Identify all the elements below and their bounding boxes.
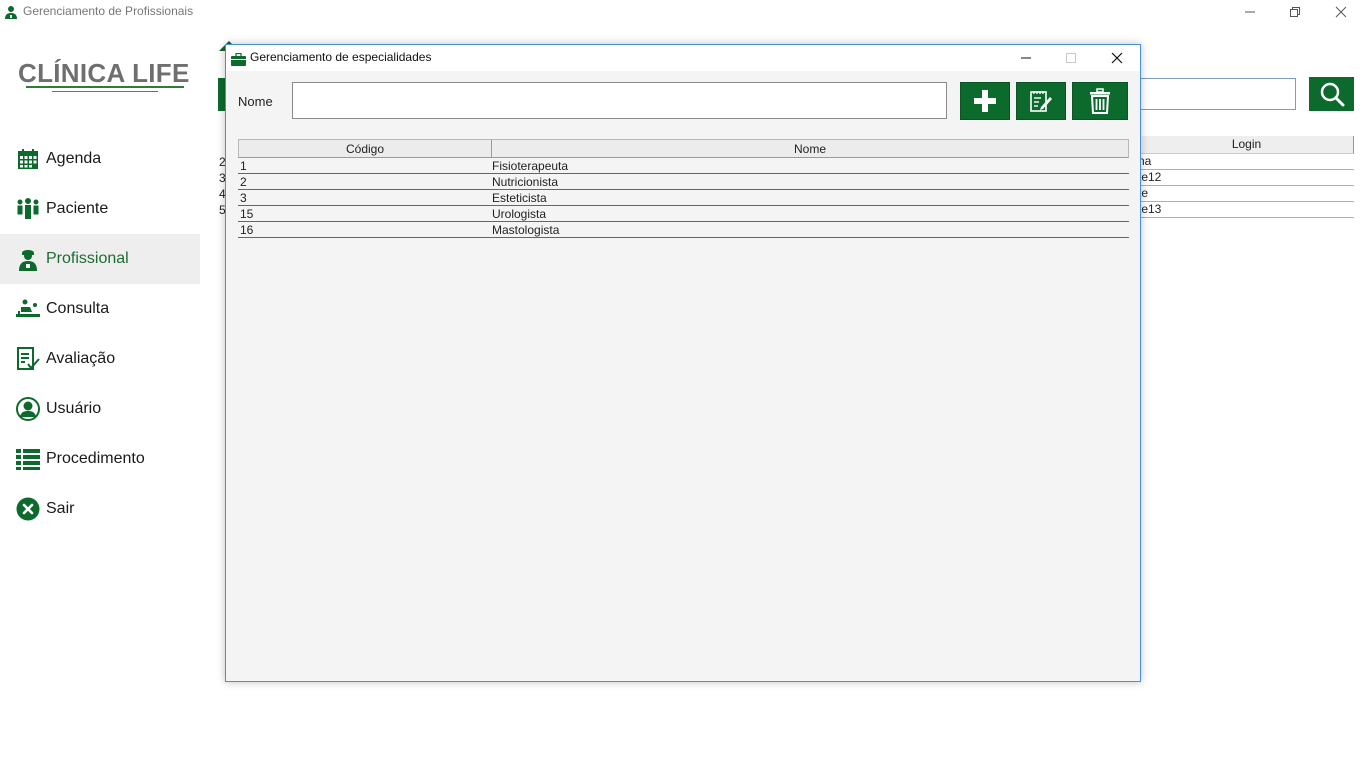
add-icon (974, 90, 996, 112)
cell-nome: Fisioterapeuta (492, 159, 569, 173)
background-table-header: Login (1140, 136, 1354, 154)
login-column-header: Login (1231, 137, 1262, 151)
sidebar-item-agenda[interactable]: Agenda (0, 134, 200, 184)
sidebar-item-paciente[interactable]: Paciente (0, 184, 200, 234)
delete-button[interactable] (1072, 82, 1128, 120)
calendar-icon (16, 147, 40, 171)
logo-underline-secondary (52, 91, 158, 92)
sidebar-item-avaliacao[interactable]: Avaliação (0, 334, 200, 384)
people-icon (16, 197, 40, 221)
close-icon (1335, 6, 1347, 18)
sidebar-item-label: Profissional (46, 250, 129, 267)
sidebar-item-label: Consulta (46, 300, 110, 317)
background-search-button[interactable] (1309, 77, 1354, 111)
sidebar-item-usuario[interactable]: Usuário (0, 384, 200, 434)
cell-nome: Mastologista (492, 223, 560, 237)
user-icon (16, 397, 40, 421)
dialog-close-button[interactable] (1095, 45, 1139, 71)
login-cell: te12 (1138, 170, 1162, 184)
briefcase-icon (231, 51, 246, 70)
doctor-icon (16, 247, 40, 271)
name-label: Nome (238, 94, 273, 109)
close-button[interactable] (1318, 0, 1364, 24)
checklist-icon (16, 347, 40, 371)
specialties-table: Código Nome 1 Fisioterapeuta 2 Nutricion… (238, 139, 1129, 238)
sidebar-item-label: Paciente (46, 200, 109, 217)
name-input[interactable] (292, 82, 947, 119)
patient-bed-icon (16, 297, 40, 321)
window-titlebar: Gerenciamento de Profissionais (0, 0, 1366, 24)
exit-icon (16, 497, 40, 521)
window-title: Gerenciamento de Profissionais (23, 4, 194, 18)
table-row[interactable]: na (1138, 154, 1354, 170)
table-row[interactable]: 3 Esteticista (238, 190, 1129, 206)
specialties-dialog: Gerenciamento de especialidades Nome Cód… (225, 44, 1141, 682)
list-icon (16, 447, 40, 471)
add-button[interactable] (960, 82, 1010, 120)
dialog-title: Gerenciamento de especialidades (250, 50, 432, 64)
brand-logo: CLÍNICA LIFE (18, 58, 190, 88)
sidebar-item-profissional[interactable]: Profissional (0, 234, 200, 284)
background-search-input[interactable] (1138, 78, 1296, 110)
cell-nome: Nutricionista (492, 175, 559, 189)
table-row[interactable]: te12 (1138, 170, 1354, 186)
minimize-icon (1021, 57, 1031, 59)
minimize-button[interactable] (1227, 0, 1273, 24)
sidebar-item-sair[interactable]: Sair (0, 484, 200, 534)
cell-codigo: 1 (240, 159, 247, 173)
cell-codigo: 3 (240, 191, 247, 205)
trash-icon (1090, 88, 1110, 114)
cell-codigo: 2 (240, 175, 247, 189)
table-row[interactable]: 15 Urologista (238, 206, 1129, 222)
sidebar-item-label: Avaliação (46, 350, 116, 367)
minimize-icon (1245, 11, 1255, 13)
dialog-maximize-button[interactable] (1049, 45, 1093, 71)
table-row[interactable]: 1 Fisioterapeuta (238, 158, 1129, 174)
close-icon (1111, 52, 1123, 64)
sidebar-item-label: Sair (46, 500, 75, 517)
column-header-codigo[interactable]: Código (239, 140, 491, 158)
table-header: Código Nome (238, 139, 1129, 158)
login-cell: te13 (1138, 202, 1162, 216)
cell-codigo: 15 (240, 207, 254, 221)
cell-nome: Esteticista (492, 191, 547, 205)
sidebar-item-procedimento[interactable]: Procedimento (0, 434, 200, 484)
table-row[interactable]: 16 Mastologista (238, 222, 1129, 238)
sidebar-item-label: Agenda (46, 150, 102, 167)
app-doctor-icon (4, 4, 18, 19)
dialog-titlebar: Gerenciamento de especialidades (226, 45, 1140, 71)
maximize-icon (1066, 53, 1076, 63)
restore-button[interactable] (1272, 0, 1318, 24)
cell-codigo: 16 (240, 223, 254, 237)
edit-icon (1030, 91, 1052, 112)
sidebar-item-consulta[interactable]: Consulta (0, 284, 200, 334)
sidebar-item-label: Procedimento (46, 450, 145, 467)
table-row[interactable]: 2 Nutricionista (238, 174, 1129, 190)
edit-button[interactable] (1016, 82, 1066, 120)
sidebar-item-label: Usuário (46, 400, 102, 417)
search-icon (1320, 82, 1344, 107)
restore-icon (1290, 7, 1300, 17)
logo-underline (26, 86, 184, 88)
table-row[interactable]: te13 (1138, 202, 1354, 218)
dialog-minimize-button[interactable] (1004, 45, 1048, 71)
column-header-nome[interactable]: Nome (492, 140, 1128, 158)
cell-nome: Urologista (492, 207, 547, 221)
table-row[interactable]: te (1138, 186, 1354, 202)
